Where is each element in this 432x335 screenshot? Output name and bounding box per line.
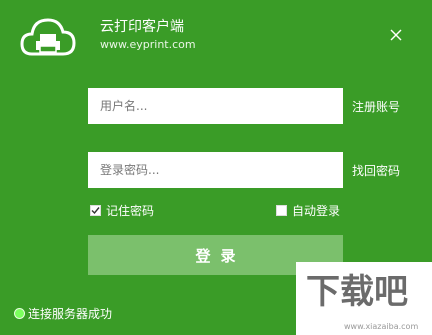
auto-login-option[interactable]: 自动登录: [276, 202, 340, 219]
connection-status: 连接服务器成功: [14, 305, 112, 322]
remember-password-label: 记住密码: [106, 204, 155, 218]
cloud-printer-icon: [18, 12, 78, 62]
remember-password-checkbox[interactable]: [90, 205, 101, 216]
watermark-logo: 下载吧: [306, 272, 408, 312]
retrieve-password-link[interactable]: 找回密码: [352, 162, 400, 179]
username-input[interactable]: [88, 88, 343, 124]
auto-login-checkbox[interactable]: [276, 205, 287, 216]
auto-login-label: 自动登录: [292, 204, 341, 218]
watermark-url: www.xiazaiba.com: [344, 322, 419, 331]
login-window: 云打印客户端 www.eyprint.com 注册账号 找回密码 记住密码 自动…: [0, 0, 432, 335]
app-title: 云打印客户端: [100, 19, 184, 35]
checkmark-icon: [91, 207, 100, 215]
password-input[interactable]: [88, 152, 343, 188]
app-website: www.eyprint.com: [100, 38, 196, 51]
status-text: 连接服务器成功: [28, 307, 113, 321]
close-button[interactable]: [385, 24, 407, 46]
status-indicator-icon: [14, 308, 25, 319]
register-link[interactable]: 注册账号: [352, 98, 400, 115]
remember-password-option[interactable]: 记住密码: [90, 202, 154, 219]
close-icon: [390, 29, 402, 41]
